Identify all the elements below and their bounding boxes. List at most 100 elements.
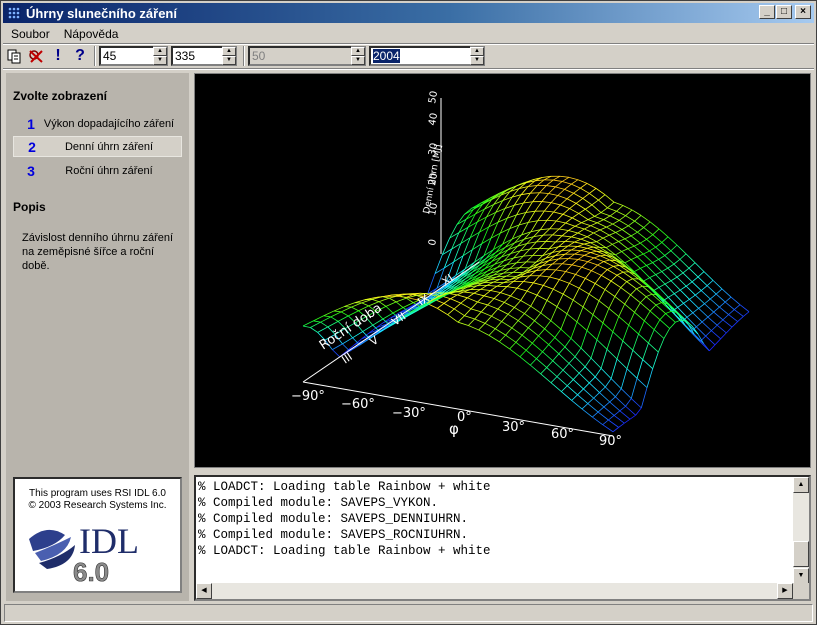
surface-mesh-line <box>499 334 506 343</box>
surface-mesh-line <box>624 303 635 313</box>
spin-latitude-field[interactable]: 45 <box>99 46 153 66</box>
spin-down-icon[interactable]: ▼ <box>351 56 365 65</box>
surface-mesh-line <box>648 329 655 344</box>
view-item-rocni[interactable]: 3 Roční úhrn záření <box>13 160 182 181</box>
surface-mesh-line <box>610 274 618 282</box>
view-item-vykon[interactable]: 1 Výkon dopadajícího záření <box>13 113 182 134</box>
surface-mesh-line <box>572 299 584 308</box>
surface-mesh-line <box>705 335 716 346</box>
exclamation-icon[interactable]: ! <box>47 46 69 66</box>
surface-mesh-line <box>523 192 531 204</box>
surface-mesh-line <box>580 183 588 189</box>
surface-mesh-line <box>572 287 580 301</box>
surface-mesh-line <box>548 337 556 345</box>
surface-mesh-line <box>655 274 666 285</box>
surface-mesh-line <box>571 249 581 252</box>
surface-mesh-line <box>526 255 534 263</box>
surface-mesh-line <box>634 311 645 322</box>
console-line: % Compiled module: SAVEPS_DENNIUHRN. <box>198 512 469 526</box>
surface-mesh-line <box>618 241 629 250</box>
spin-up-icon[interactable]: ▲ <box>351 47 365 56</box>
surface-mesh-line <box>574 222 582 227</box>
surface-mesh-line <box>597 222 607 228</box>
surface-mesh-line <box>562 293 574 301</box>
surface-mesh-line <box>555 181 563 188</box>
surface-mesh-line <box>609 396 616 403</box>
menu-napoveda[interactable]: Nápověda <box>56 27 125 41</box>
spin-day-field[interactable]: 335 <box>171 46 222 66</box>
surface-mesh-line <box>521 327 529 336</box>
spin-down-icon[interactable]: ▼ <box>153 56 167 65</box>
scroll-up-icon[interactable]: ▲ <box>793 477 809 493</box>
spin-up-icon[interactable]: ▲ <box>153 47 167 56</box>
vertical-scrollbar[interactable]: ▲ ▼ <box>793 477 809 584</box>
surface-mesh-line <box>652 259 659 263</box>
surface-mesh-line <box>539 275 550 278</box>
surface-mesh-line <box>667 236 678 246</box>
spin-year-field[interactable]: 2004 <box>369 46 470 66</box>
maximize-button[interactable]: □ <box>776 5 792 19</box>
surface-mesh-line <box>499 341 510 350</box>
surface-mesh-line <box>637 231 647 240</box>
spin-day[interactable]: 335 ▲ ▼ <box>171 46 237 66</box>
surface-mesh-line <box>605 386 616 398</box>
surface-mesh-line <box>661 236 669 243</box>
surface-mesh-line <box>609 210 617 217</box>
surface-mesh-line <box>487 304 498 310</box>
scroll-left-icon[interactable]: ◀ <box>196 583 212 599</box>
surface-mesh-line <box>608 419 619 428</box>
surface-mesh-line <box>638 320 645 335</box>
spin-up-icon[interactable]: ▲ <box>222 47 236 56</box>
surface-mesh-line <box>600 368 612 379</box>
surface-mesh-line <box>530 294 538 307</box>
scroll-right-icon[interactable]: ▶ <box>777 583 793 599</box>
copy-icon[interactable] <box>3 46 25 66</box>
surface-mesh-line <box>664 283 675 294</box>
surface-mesh-line <box>457 321 469 326</box>
close-button[interactable]: × <box>795 5 811 19</box>
surface-mesh-line <box>587 216 595 220</box>
surface-mesh-line <box>610 378 622 390</box>
surface-mesh-line <box>525 349 537 360</box>
horizontal-scrollbar[interactable]: ◀ ▶ <box>196 583 793 599</box>
spin-up-icon[interactable]: ▲ <box>470 47 484 56</box>
surface-mesh-line <box>598 300 610 309</box>
surface-mesh-line <box>620 287 631 296</box>
menu-soubor[interactable]: Soubor <box>3 27 56 41</box>
surface-mesh-line <box>532 335 539 344</box>
help-icon[interactable]: ? <box>69 46 91 66</box>
surface-mesh-line <box>670 244 678 252</box>
console-output[interactable]: % LOADCT: Loading table Rainbow + white%… <box>194 475 811 601</box>
surface-mesh-line <box>603 219 614 225</box>
scroll-thumb[interactable] <box>793 541 809 567</box>
surface-mesh-line <box>683 303 694 314</box>
surface-mesh-line <box>621 251 632 260</box>
scroll-down-icon[interactable]: ▼ <box>793 568 809 584</box>
surface-mesh-line <box>636 359 644 379</box>
surface-plot[interactable]: −90° −60° −30° 0° 30° 60° 90° φ III V VI… <box>194 73 811 468</box>
spin-value-field[interactable]: 50 <box>248 46 351 66</box>
spin-down-icon[interactable]: ▼ <box>222 56 236 65</box>
spin-year[interactable]: 2004 ▲ ▼ <box>369 46 485 66</box>
surface-mesh-line <box>526 290 538 296</box>
minimize-button[interactable]: _ <box>759 5 775 19</box>
surface-mesh-line <box>514 307 525 314</box>
spin-down-icon[interactable]: ▼ <box>470 56 484 65</box>
print-preview-icon[interactable] <box>25 46 47 66</box>
surface-mesh-line <box>511 320 519 329</box>
surface-mesh-line <box>590 225 601 231</box>
surface-mesh-line <box>564 189 574 194</box>
spin-latitude[interactable]: 45 ▲ ▼ <box>99 46 168 66</box>
surface-mesh-line <box>628 220 635 227</box>
surface-mesh-line <box>580 247 588 251</box>
surface-mesh-line <box>594 275 602 284</box>
spin-value[interactable]: 50 ▲ ▼ <box>248 46 366 66</box>
surface-mesh-line <box>556 376 568 387</box>
surface-mesh-line <box>643 227 654 235</box>
view-item-denni[interactable]: 2 Denní úhrn záření <box>13 136 182 157</box>
surface-mesh-line <box>566 198 577 204</box>
surface-mesh-line <box>566 313 578 323</box>
surface-mesh-line <box>595 188 606 195</box>
title-bar[interactable]: Úhrny slunečního záření _ □ × <box>3 3 814 23</box>
surface-mesh-line <box>734 309 744 317</box>
